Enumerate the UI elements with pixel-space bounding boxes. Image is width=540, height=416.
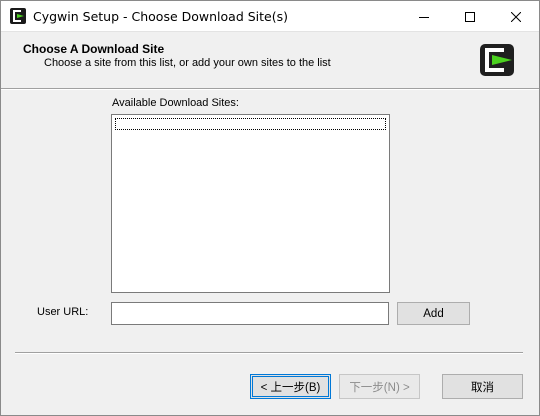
minimize-button[interactable] xyxy=(401,1,447,32)
cancel-button[interactable]: 取消 xyxy=(442,374,523,399)
maximize-button[interactable] xyxy=(447,1,493,32)
add-button-label: Add xyxy=(423,307,444,320)
cygwin-logo xyxy=(479,43,515,77)
back-button-label: < 上一步(B) xyxy=(260,381,321,394)
next-button-label: 下一步(N) > xyxy=(349,381,410,394)
user-url-input[interactable] xyxy=(111,302,389,325)
add-button[interactable]: Add xyxy=(397,302,470,325)
maximize-icon xyxy=(465,11,475,22)
header-divider xyxy=(1,88,539,90)
page-title: Choose A Download Site xyxy=(23,42,165,56)
back-button[interactable]: < 上一步(B) xyxy=(250,374,331,399)
close-button[interactable] xyxy=(493,1,539,32)
close-icon xyxy=(511,11,521,22)
cygwin-icon xyxy=(10,8,26,24)
page-subtitle: Choose a site from this list, or add you… xyxy=(44,57,331,69)
wizard-header: Choose A Download Site Choose a site fro… xyxy=(1,32,539,88)
sites-label: Available Download Sites: xyxy=(112,97,239,109)
user-url-label: User URL: xyxy=(37,306,89,318)
next-button[interactable]: 下一步(N) > xyxy=(339,374,420,399)
list-focus-row[interactable] xyxy=(115,118,386,130)
cancel-button-label: 取消 xyxy=(471,381,494,394)
minimize-icon xyxy=(419,16,429,18)
download-sites-list[interactable] xyxy=(111,114,390,293)
setup-window: Cygwin Setup - Choose Download Site(s) C… xyxy=(0,0,540,416)
footer-divider xyxy=(15,352,523,354)
window-title: Cygwin Setup - Choose Download Site(s) xyxy=(33,9,288,24)
title-bar[interactable]: Cygwin Setup - Choose Download Site(s) xyxy=(1,1,539,32)
